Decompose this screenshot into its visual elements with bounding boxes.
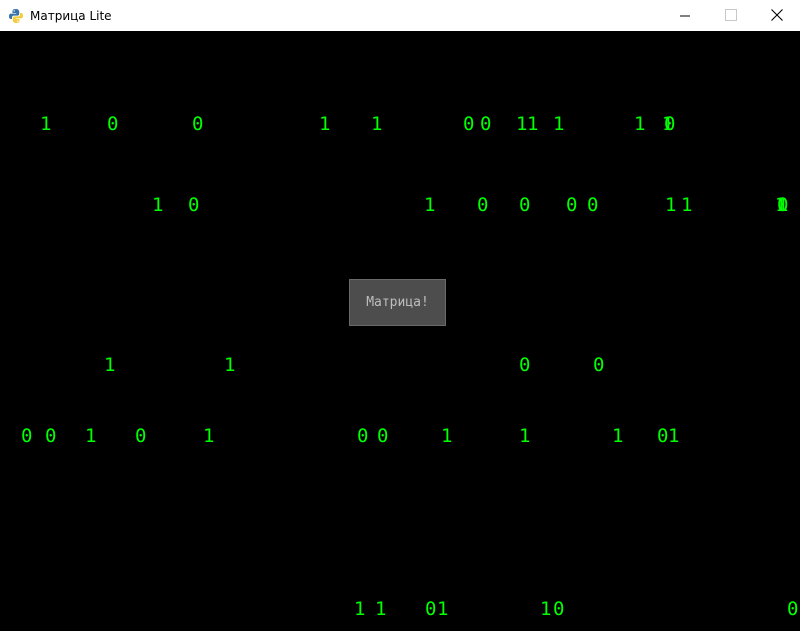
matrix-glyph: 1 <box>371 113 383 135</box>
matrix-glyph: 1 <box>441 425 453 447</box>
python-icon <box>8 8 24 24</box>
matrix-glyph: 1 <box>519 425 531 447</box>
matrix-glyph: 1 <box>668 425 680 447</box>
matrix-glyph: 1 <box>152 194 164 216</box>
matrix-glyph: 1 <box>634 113 646 135</box>
matrix-glyph: 1 <box>612 425 624 447</box>
title-bar[interactable]: Матрица Lite <box>0 0 800 31</box>
matrix-glyph: 0 <box>45 425 57 447</box>
matrix-glyph: 1 <box>85 425 97 447</box>
matrix-glyph: 1 <box>540 598 552 620</box>
matrix-glyph: 1 <box>665 194 677 216</box>
matrix-glyph: 1 <box>40 113 52 135</box>
matrix-glyph: 0 <box>357 425 369 447</box>
matrix-glyph: 1 <box>319 113 331 135</box>
matrix-glyph: 1 <box>424 194 436 216</box>
matrix-glyph: 0 <box>425 598 437 620</box>
matrix-glyph: 1 <box>437 598 449 620</box>
minimize-icon <box>680 6 690 25</box>
matrix-glyph: 0 <box>593 354 605 376</box>
matrix-glyph: 0 <box>566 194 578 216</box>
maximize-icon <box>725 6 737 25</box>
matrix-glyph: 1 <box>777 194 789 216</box>
matrix-glyph: 0 <box>21 425 33 447</box>
matrix-glyph: 0 <box>192 113 204 135</box>
window-title: Матрица Lite <box>30 8 112 23</box>
matrix-glyph: 0 <box>657 425 669 447</box>
matrix-glyph: 0 <box>553 598 565 620</box>
matrix-glyph: 1 <box>104 354 116 376</box>
close-button[interactable] <box>754 0 800 31</box>
matrix-glyph: 1 <box>527 113 539 135</box>
matrix-button[interactable]: Матрица! <box>349 279 446 326</box>
matrix-glyph: 1 <box>354 598 366 620</box>
matrix-glyph: 0 <box>664 113 676 135</box>
matrix-glyph: 0 <box>519 354 531 376</box>
matrix-glyph: 0 <box>480 113 492 135</box>
matrix-canvas: 1001100111110101000011101110000101001110… <box>0 31 800 631</box>
matrix-glyph: 0 <box>787 598 799 620</box>
matrix-glyph: 0 <box>135 425 147 447</box>
matrix-glyph: 1 <box>681 194 693 216</box>
matrix-glyph: 1 <box>553 113 565 135</box>
app-window: Матрица Lite 100110011111010100001110111… <box>0 0 800 631</box>
matrix-glyph: 1 <box>224 354 236 376</box>
maximize-button[interactable] <box>708 0 754 31</box>
matrix-glyph: 1 <box>203 425 215 447</box>
close-icon <box>771 6 783 25</box>
matrix-glyph: 0 <box>188 194 200 216</box>
matrix-glyph: 0 <box>477 194 489 216</box>
matrix-glyph: 0 <box>463 113 475 135</box>
matrix-glyph: 0 <box>519 194 531 216</box>
matrix-glyph: 1 <box>375 598 387 620</box>
matrix-glyph: 0 <box>107 113 119 135</box>
minimize-button[interactable] <box>662 0 708 31</box>
matrix-glyph: 0 <box>587 194 599 216</box>
matrix-glyph: 0 <box>377 425 389 447</box>
matrix-glyph: 1 <box>516 113 528 135</box>
